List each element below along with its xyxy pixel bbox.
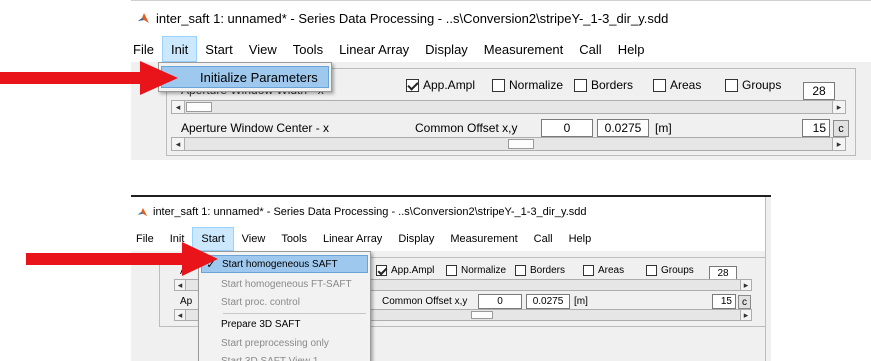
menu-display[interactable]: Display bbox=[417, 36, 476, 62]
offset-y-field[interactable]: 0.0275 bbox=[526, 294, 570, 309]
checkbox-box[interactable] bbox=[583, 265, 594, 276]
menu-start[interactable]: Start bbox=[197, 36, 240, 62]
slider-right-arrow-icon[interactable]: ▸ bbox=[832, 138, 845, 150]
menu-item-start-homogeneous-saft[interactable]: ✓ Start homogeneous SAFT bbox=[201, 255, 368, 273]
checkbox-label: Areas bbox=[670, 78, 702, 92]
aperture-width-slider[interactable]: ◂ ▸ bbox=[171, 100, 846, 114]
menu-help[interactable]: Help bbox=[610, 36, 653, 62]
menu-call[interactable]: Call bbox=[571, 36, 609, 62]
checkbox-box[interactable] bbox=[492, 78, 505, 92]
aperture-center-field[interactable]: 15 bbox=[802, 119, 830, 137]
aperture-center-field[interactable]: 15 bbox=[712, 294, 736, 309]
slider-left-arrow-icon[interactable]: ◂ bbox=[175, 280, 186, 290]
title-bar: inter_saft 1: unnamed* - Series Data Pro… bbox=[131, 1, 871, 36]
checkbox-label: App.Ampl bbox=[391, 265, 435, 276]
checkbox-box[interactable] bbox=[574, 78, 587, 92]
menu-separator bbox=[223, 313, 366, 314]
menu-item-start-preprocessing-only[interactable]: Start preprocessing only bbox=[201, 334, 368, 352]
menu-item-start-proc-control[interactable]: Start proc. control bbox=[201, 293, 368, 311]
menu-linear-array[interactable]: Linear Array bbox=[315, 227, 390, 251]
checkbox-box[interactable] bbox=[646, 265, 657, 276]
checkbox-label: Borders bbox=[530, 265, 566, 276]
checkbox-borders[interactable]: Borders bbox=[574, 78, 633, 92]
menu-item-start-homogeneous-ft-saft[interactable]: Start homogeneous FT-SAFT bbox=[201, 275, 368, 293]
start-dropdown: ✓ Start homogeneous SAFT Start homogeneo… bbox=[198, 251, 371, 361]
c-button[interactable]: c bbox=[738, 295, 751, 309]
checkbox-areas[interactable]: Areas bbox=[653, 78, 701, 92]
checkbox-normalize[interactable]: Normalize bbox=[446, 265, 506, 276]
init-dropdown: Initialize Parameters bbox=[158, 62, 332, 92]
menu-tools[interactable]: Tools bbox=[285, 36, 331, 62]
aperture-center-label-partial: Ap bbox=[180, 296, 193, 307]
aperture-width-field[interactable]: 28 bbox=[803, 82, 835, 100]
menu-display[interactable]: Display bbox=[390, 227, 442, 251]
menu-item-start-3d-saft-view-1[interactable]: Start 3D SAFT View 1 bbox=[201, 352, 368, 361]
checkbox-box[interactable] bbox=[725, 78, 738, 92]
menu-item-initialize-parameters[interactable]: Initialize Parameters bbox=[161, 66, 329, 88]
menu-call[interactable]: Call bbox=[526, 227, 561, 251]
red-arrow-icon bbox=[0, 61, 178, 95]
slider-left-arrow-icon[interactable]: ◂ bbox=[175, 310, 186, 320]
slider-right-arrow-icon[interactable]: ▸ bbox=[740, 310, 751, 320]
checkbox-box[interactable] bbox=[446, 265, 457, 276]
aperture-center-label: Aperture Window Center - x bbox=[181, 121, 330, 135]
checkbox-label: Normalize bbox=[461, 265, 507, 276]
screenshot-start-menu: inter_saft 1: unnamed* - Series Data Pro… bbox=[131, 195, 771, 361]
menu-measurement[interactable]: Measurement bbox=[476, 36, 571, 62]
title-bar: inter_saft 1: unnamed* - Series Data Pro… bbox=[131, 197, 771, 227]
unit-label: [m] bbox=[655, 121, 672, 135]
checkbox-groups[interactable]: Groups bbox=[725, 78, 781, 92]
matlab-logo-icon bbox=[137, 207, 148, 218]
menu-view[interactable]: View bbox=[234, 227, 274, 251]
checkbox-areas[interactable]: Areas bbox=[583, 265, 624, 276]
menu-item-label: Start homogeneous SAFT bbox=[222, 258, 338, 270]
common-offset-label: Common Offset x,y bbox=[415, 121, 518, 135]
checkbox-box[interactable] bbox=[406, 78, 419, 92]
checkbox-app-ampl[interactable]: App.Ampl bbox=[376, 265, 434, 276]
slider-left-arrow-icon[interactable]: ◂ bbox=[172, 101, 185, 113]
checkbox-app-ampl[interactable]: App.Ampl bbox=[406, 78, 475, 92]
menu-measurement[interactable]: Measurement bbox=[442, 227, 525, 251]
checkbox-groups[interactable]: Groups bbox=[646, 265, 694, 276]
checkbox-label: Groups bbox=[742, 78, 782, 92]
menu-tools[interactable]: Tools bbox=[273, 227, 315, 251]
checkbox-label: Normalize bbox=[509, 78, 564, 92]
offset-x-field[interactable]: 0 bbox=[541, 119, 593, 137]
window-title: inter_saft 1: unnamed* - Series Data Pro… bbox=[156, 11, 669, 26]
checkbox-borders[interactable]: Borders bbox=[515, 265, 565, 276]
checkbox-box[interactable] bbox=[653, 78, 666, 92]
menu-linear-array[interactable]: Linear Array bbox=[331, 36, 417, 62]
menu-help[interactable]: Help bbox=[561, 227, 600, 251]
unit-label: [m] bbox=[574, 296, 588, 307]
matlab-logo-icon bbox=[137, 12, 150, 25]
offset-x-field[interactable]: 0 bbox=[478, 294, 522, 309]
slider-thumb[interactable] bbox=[508, 139, 534, 149]
checkbox-label: Groups bbox=[661, 265, 694, 276]
slider-thumb[interactable] bbox=[186, 102, 212, 112]
menu-bar: File Init Start View Tools Linear Array … bbox=[131, 36, 871, 62]
screenshot-init-menu: inter_saft 1: unnamed* - Series Data Pro… bbox=[131, 0, 871, 160]
common-offset-label: Common Offset x,y bbox=[382, 296, 468, 307]
slider-right-arrow-icon[interactable]: ▸ bbox=[740, 280, 751, 290]
menu-bar: File Init Start View Tools Linear Array … bbox=[131, 227, 771, 251]
slider-thumb[interactable] bbox=[471, 311, 493, 319]
window-title: inter_saft 1: unnamed* - Series Data Pro… bbox=[153, 206, 587, 218]
menu-item-prepare-3d-saft[interactable]: Prepare 3D SAFT bbox=[201, 315, 368, 333]
checkbox-label: Areas bbox=[598, 265, 625, 276]
checkbox-label: App.Ampl bbox=[423, 78, 476, 92]
checkbox-label: Borders bbox=[591, 78, 634, 92]
slider-left-arrow-icon[interactable]: ◂ bbox=[172, 138, 185, 150]
c-button[interactable]: c bbox=[833, 120, 849, 137]
checkbox-box[interactable] bbox=[376, 265, 387, 276]
menu-view[interactable]: View bbox=[241, 36, 285, 62]
aperture-center-slider[interactable]: ◂ ▸ bbox=[171, 137, 846, 151]
checkbox-normalize[interactable]: Normalize bbox=[492, 78, 563, 92]
red-arrow-icon bbox=[26, 242, 218, 276]
checkbox-box[interactable] bbox=[515, 265, 526, 276]
window-right-border bbox=[765, 197, 771, 361]
slider-right-arrow-icon[interactable]: ▸ bbox=[832, 101, 845, 113]
offset-y-field[interactable]: 0.0275 bbox=[597, 119, 649, 137]
